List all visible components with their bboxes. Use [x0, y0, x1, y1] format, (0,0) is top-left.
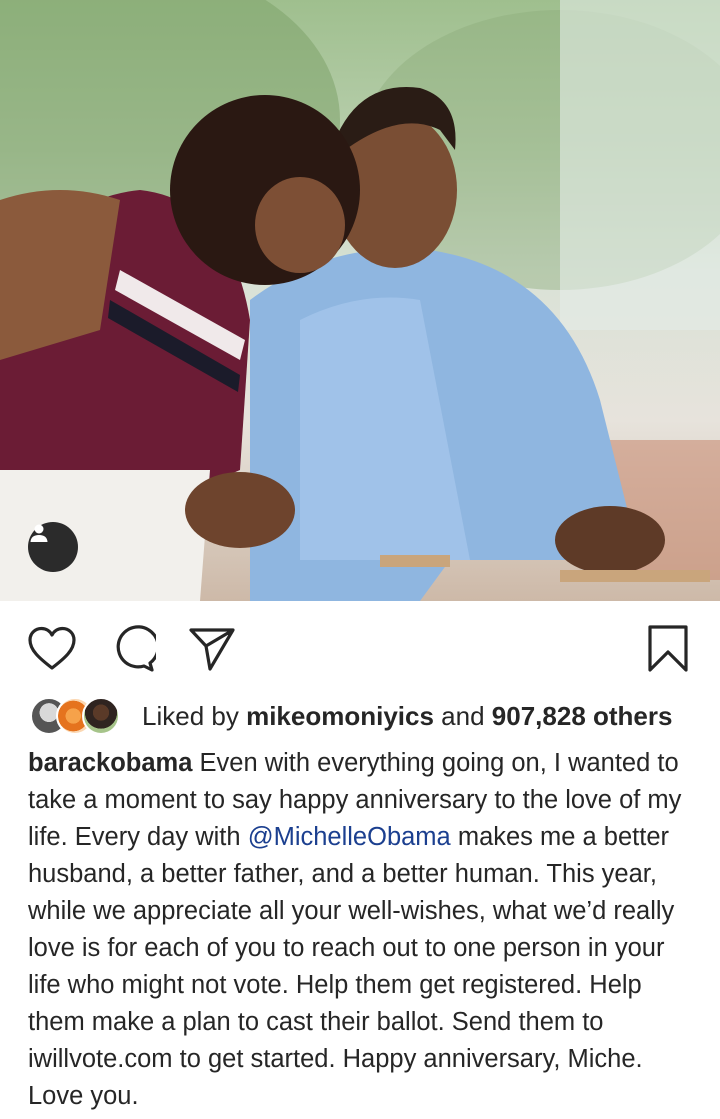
comment-icon — [116, 625, 156, 672]
save-button[interactable] — [640, 621, 696, 677]
caption-username[interactable]: barackobama — [28, 749, 192, 777]
post-actions — [0, 601, 720, 693]
heart-icon — [28, 626, 76, 670]
liker-avatars — [30, 697, 130, 735]
comment-button[interactable] — [104, 621, 160, 677]
like-button[interactable] — [24, 621, 80, 677]
likes-middle: and — [441, 700, 485, 731]
liker-username[interactable]: mikeomoniyics — [246, 701, 434, 731]
likes-prefix: Liked by — [142, 700, 239, 731]
post-photo[interactable] — [0, 0, 720, 601]
tag-people-button[interactable] — [28, 522, 78, 572]
photo-illustration — [0, 0, 720, 601]
caption-text-after: makes me a better husband, a better fath… — [28, 823, 675, 1110]
likes-summary[interactable]: Liked by mikeomoniyics and 907,828 other… — [0, 693, 720, 739]
share-button[interactable] — [184, 621, 240, 677]
likes-count[interactable]: 907,828 others — [492, 701, 673, 731]
likes-text: Liked by mikeomoniyics and 907,828 other… — [142, 701, 672, 732]
post-caption: barackobama Even with everything going o… — [0, 739, 720, 1115]
send-icon — [189, 628, 235, 671]
bookmark-icon — [648, 625, 688, 672]
avatar — [82, 697, 120, 735]
caption-mention[interactable]: @MichelleObama — [248, 823, 451, 851]
person-icon — [30, 524, 48, 542]
